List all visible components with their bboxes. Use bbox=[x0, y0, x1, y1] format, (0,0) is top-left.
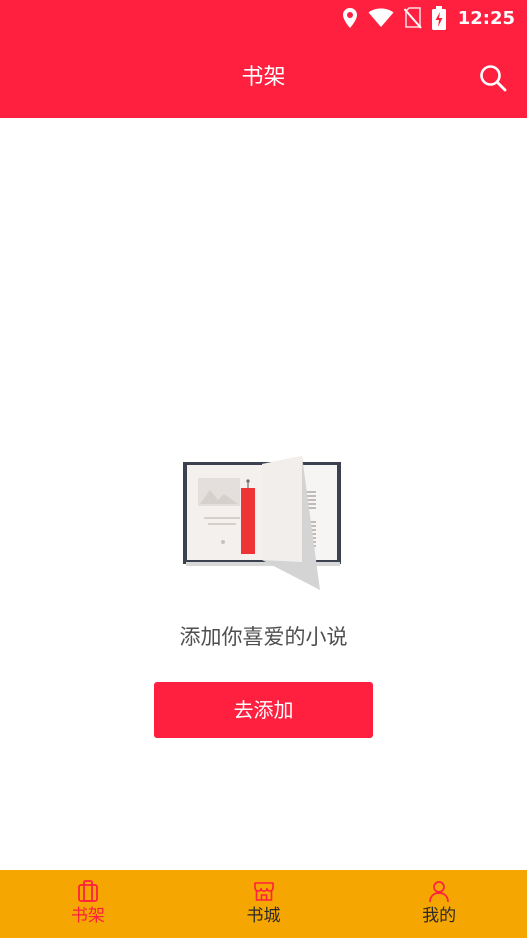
tab-bookshelf[interactable]: 书架 bbox=[0, 870, 176, 938]
tab-profile[interactable]: 我的 bbox=[351, 870, 527, 938]
empty-state-message: 添加你喜爱的小说 bbox=[179, 625, 348, 649]
battery-charging-icon bbox=[431, 6, 446, 30]
tab-label-bookstore: 书城 bbox=[246, 906, 281, 926]
bottom-navigation: 书架 书城 我的 bbox=[0, 870, 527, 938]
search-button[interactable] bbox=[477, 62, 509, 94]
location-icon bbox=[342, 7, 358, 29]
store-icon bbox=[253, 882, 274, 901]
bookshelf-icon bbox=[77, 880, 98, 902]
top-app-bar: 12:25 书架 bbox=[0, 0, 527, 118]
status-bar: 12:25 bbox=[342, 5, 515, 31]
tab-label-profile: 我的 bbox=[422, 906, 457, 926]
status-time: 12:25 bbox=[457, 7, 515, 29]
page-title: 书架 bbox=[241, 65, 286, 90]
wifi-icon bbox=[368, 8, 394, 28]
tab-label-bookshelf: 书架 bbox=[70, 906, 105, 926]
person-icon bbox=[429, 881, 450, 903]
no-sim-icon bbox=[403, 7, 422, 29]
open-book-icon bbox=[180, 452, 346, 594]
search-icon bbox=[480, 65, 507, 92]
tab-bookstore[interactable]: 书城 bbox=[176, 870, 352, 938]
add-books-button[interactable]: 去添加 bbox=[154, 682, 373, 738]
